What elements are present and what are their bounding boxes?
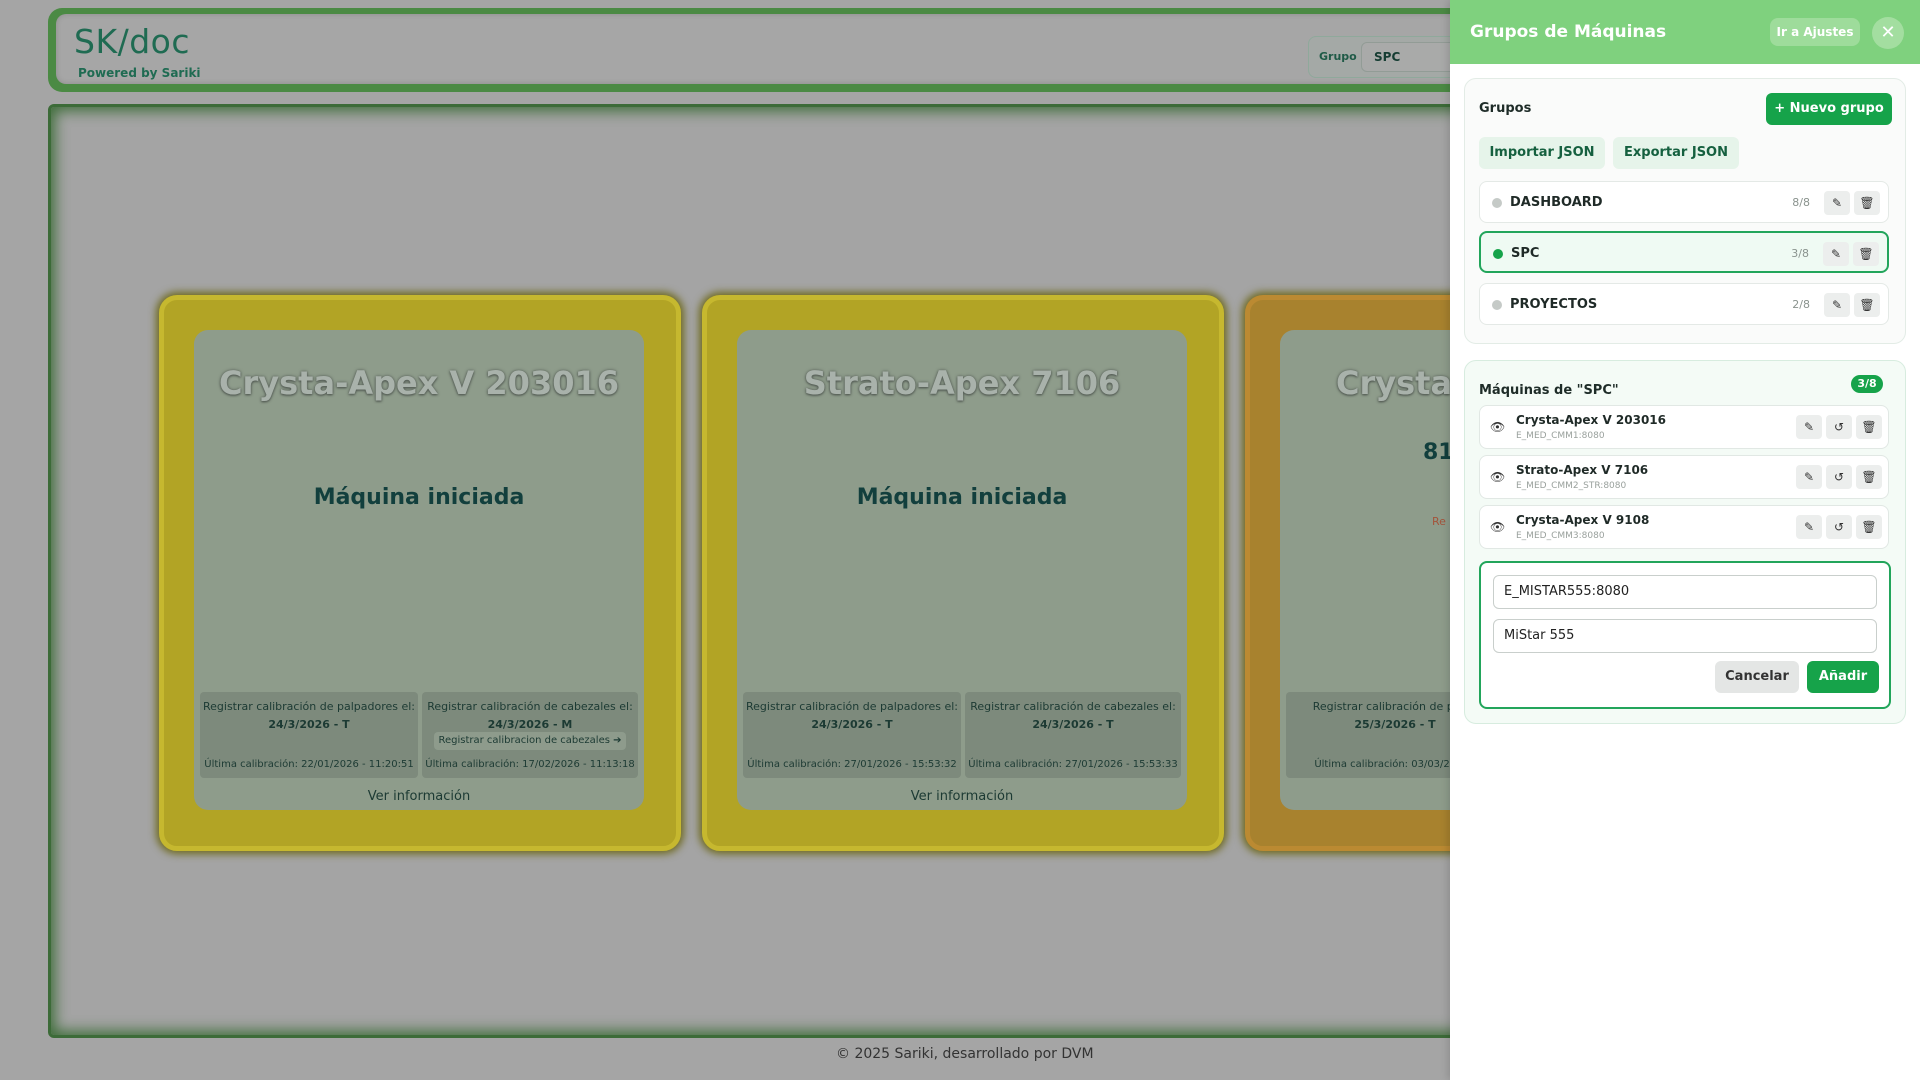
refresh-icon[interactable]: ↺ — [1826, 515, 1852, 539]
machine-note: Re — [1432, 515, 1446, 528]
view-info-link[interactable]: Ver información — [737, 789, 1187, 804]
powered-by: Powered by Sariki — [78, 66, 201, 80]
add-machine-form: Cancelar Añadir — [1479, 561, 1891, 709]
machine-host: E_MED_CMM3:8080 — [1516, 531, 1605, 541]
footer-text: © 2025 Sariki, desarrollado por DVM — [836, 1046, 1094, 1062]
machine-status: Máquina iniciada — [313, 485, 525, 510]
calibration-date: 24/3/2026 - T — [1032, 718, 1114, 731]
edit-icon[interactable]: ✎ — [1796, 465, 1822, 489]
calibration-label: Registrar calibración de palpadores el: — [203, 700, 415, 713]
machine-host: E_MED_CMM1:8080 — [1516, 431, 1605, 441]
trash-icon[interactable]: 🗑 — [1856, 515, 1882, 539]
status-dot — [1492, 198, 1502, 208]
edit-icon[interactable]: ✎ — [1796, 515, 1822, 539]
group-row-dashboard[interactable]: DASHBOARD 8/8 ✎ 🗑 — [1479, 181, 1889, 223]
machines-section: Máquinas de "SPC" 3/8 👁 Crysta-Apex V 20… — [1464, 360, 1906, 724]
group-count: 2/8 — [1792, 298, 1810, 311]
group-count: 3/8 — [1791, 247, 1809, 260]
calibration-date: 24/3/2026 - T — [811, 718, 893, 731]
add-button[interactable]: Añadir — [1807, 661, 1879, 693]
machine-host: E_MED_CMM2_STR:8080 — [1516, 481, 1627, 491]
machines-board: Crysta-Apex V 203016 Máquina iniciada Re… — [48, 104, 1767, 1038]
trash-icon[interactable]: 🗑 — [1854, 191, 1880, 215]
last-calibration: Última calibración: 27/01/2026 - 15:53:3… — [747, 759, 957, 770]
machine-row: 👁 Crysta-Apex V 203016 E_MED_CMM1:8080 ✎… — [1479, 405, 1889, 449]
register-head-calibration-label: Registrar calibracion de cabezales — [438, 735, 610, 746]
groups-section: Grupos + Nuevo grupo Importar JSON Expor… — [1464, 78, 1906, 344]
last-calibration: Última calibración: 27/01/2026 - 15:53:3… — [968, 759, 1178, 770]
trash-icon[interactable]: 🗑 — [1856, 465, 1882, 489]
app-logo[interactable]: SK/doc — [74, 22, 190, 61]
cancel-button[interactable]: Cancelar — [1715, 661, 1799, 693]
probe-calibration: Registrar calibración de palpadores el: … — [200, 692, 418, 778]
calibration-label: Registrar calibración de palpadores el: — [746, 700, 958, 713]
close-icon[interactable]: ✕ — [1872, 17, 1904, 49]
machine-card: Strato-Apex 7106 Máquina iniciada Regist… — [702, 295, 1224, 851]
machine-title: Strato-Apex 7106 — [803, 364, 1121, 402]
machine-status: Máquina iniciada — [856, 485, 1068, 510]
edit-icon[interactable]: ✎ — [1823, 242, 1849, 266]
panel-title: Grupos de Máquinas — [1470, 22, 1667, 42]
refresh-icon[interactable]: ↺ — [1826, 465, 1852, 489]
status-dot — [1493, 249, 1503, 259]
status-dot — [1492, 300, 1502, 310]
import-json-button[interactable]: Importar JSON — [1479, 137, 1605, 169]
edit-icon[interactable]: ✎ — [1824, 293, 1850, 317]
host-input[interactable] — [1493, 575, 1877, 609]
head-calibration: Registrar calibración de cabezales el: 2… — [422, 692, 638, 778]
group-label: Grupo — [1319, 50, 1357, 63]
view-info-link[interactable]: Ver información — [194, 789, 644, 804]
eye-icon[interactable]: 👁 — [1490, 520, 1505, 534]
calibration-date: 24/3/2026 - T — [268, 718, 350, 731]
trash-icon[interactable]: 🗑 — [1853, 242, 1879, 266]
group-row-proyectos[interactable]: PROYECTOS 2/8 ✎ 🗑 — [1479, 283, 1889, 325]
machine-row: 👁 Strato-Apex V 7106 E_MED_CMM2_STR:8080… — [1479, 455, 1889, 499]
machine-row: 👁 Crysta-Apex V 9108 E_MED_CMM3:8080 ✎ ↺… — [1479, 505, 1889, 549]
new-group-button[interactable]: + Nuevo grupo — [1766, 93, 1892, 125]
eye-icon[interactable]: 👁 — [1490, 470, 1505, 484]
probe-calibration: Registrar calibración de palpadores el: … — [743, 692, 961, 778]
machine-groups-panel: Grupos de Máquinas Ir a Ajustes ✕ Grupos… — [1450, 0, 1920, 1080]
group-name: PROYECTOS — [1510, 297, 1598, 312]
machines-title: Máquinas de "SPC" — [1479, 383, 1619, 398]
arrow-right-icon: ➔ — [613, 735, 622, 746]
machine-card-body: Crysta-Apex V 203016 Máquina iniciada Re… — [194, 330, 644, 810]
group-name: DASHBOARD — [1510, 195, 1603, 210]
machine-card-body: Strato-Apex 7106 Máquina iniciada Regist… — [737, 330, 1187, 810]
edit-icon[interactable]: ✎ — [1824, 191, 1850, 215]
machine-name: Crysta-Apex V 9108 — [1516, 513, 1650, 527]
last-calibration: Última calibración: 17/02/2026 - 11:13:1… — [425, 759, 635, 770]
refresh-icon[interactable]: ↺ — [1826, 415, 1852, 439]
group-row-spc[interactable]: SPC 3/8 ✎ 🗑 — [1479, 231, 1889, 273]
machine-card: Crysta-Apex V 203016 Máquina iniciada Re… — [159, 295, 681, 851]
export-json-button[interactable]: Exportar JSON — [1613, 137, 1739, 169]
trash-icon[interactable]: 🗑 — [1856, 415, 1882, 439]
machine-name: Crysta-Apex V 203016 — [1516, 413, 1666, 427]
machine-name-input[interactable] — [1493, 619, 1877, 653]
register-head-calibration-button[interactable]: Registrar calibracion de cabezales ➔ — [434, 732, 626, 750]
panel-header: Grupos de Máquinas Ir a Ajustes ✕ — [1450, 0, 1920, 64]
machine-title: Crysta-Apex V 203016 — [219, 364, 619, 402]
app-header: SK/doc Powered by Sariki Grupo SPC — [48, 8, 1628, 92]
settings-button[interactable]: Ir a Ajustes — [1770, 18, 1860, 46]
calibration-label: Registrar calibración de cabezales el: — [970, 700, 1176, 713]
header-bar: SK/doc Powered by Sariki Grupo SPC — [56, 14, 1628, 84]
groups-title: Grupos — [1479, 101, 1532, 116]
calibration-date: 24/3/2026 - M — [487, 718, 573, 731]
group-name: SPC — [1511, 246, 1540, 261]
machine-name: Strato-Apex V 7106 — [1516, 463, 1649, 477]
group-count: 8/8 — [1792, 196, 1810, 209]
calibration-label: Registrar calibración de cabezales el: — [427, 700, 633, 713]
head-calibration: Registrar calibración de cabezales el: 2… — [965, 692, 1181, 778]
eye-icon[interactable]: 👁 — [1490, 420, 1505, 434]
machines-count-badge: 3/8 — [1851, 375, 1883, 393]
last-calibration: Última calibración: 22/01/2026 - 11:20:5… — [204, 759, 414, 770]
trash-icon[interactable]: 🗑 — [1854, 293, 1880, 317]
edit-icon[interactable]: ✎ — [1796, 415, 1822, 439]
